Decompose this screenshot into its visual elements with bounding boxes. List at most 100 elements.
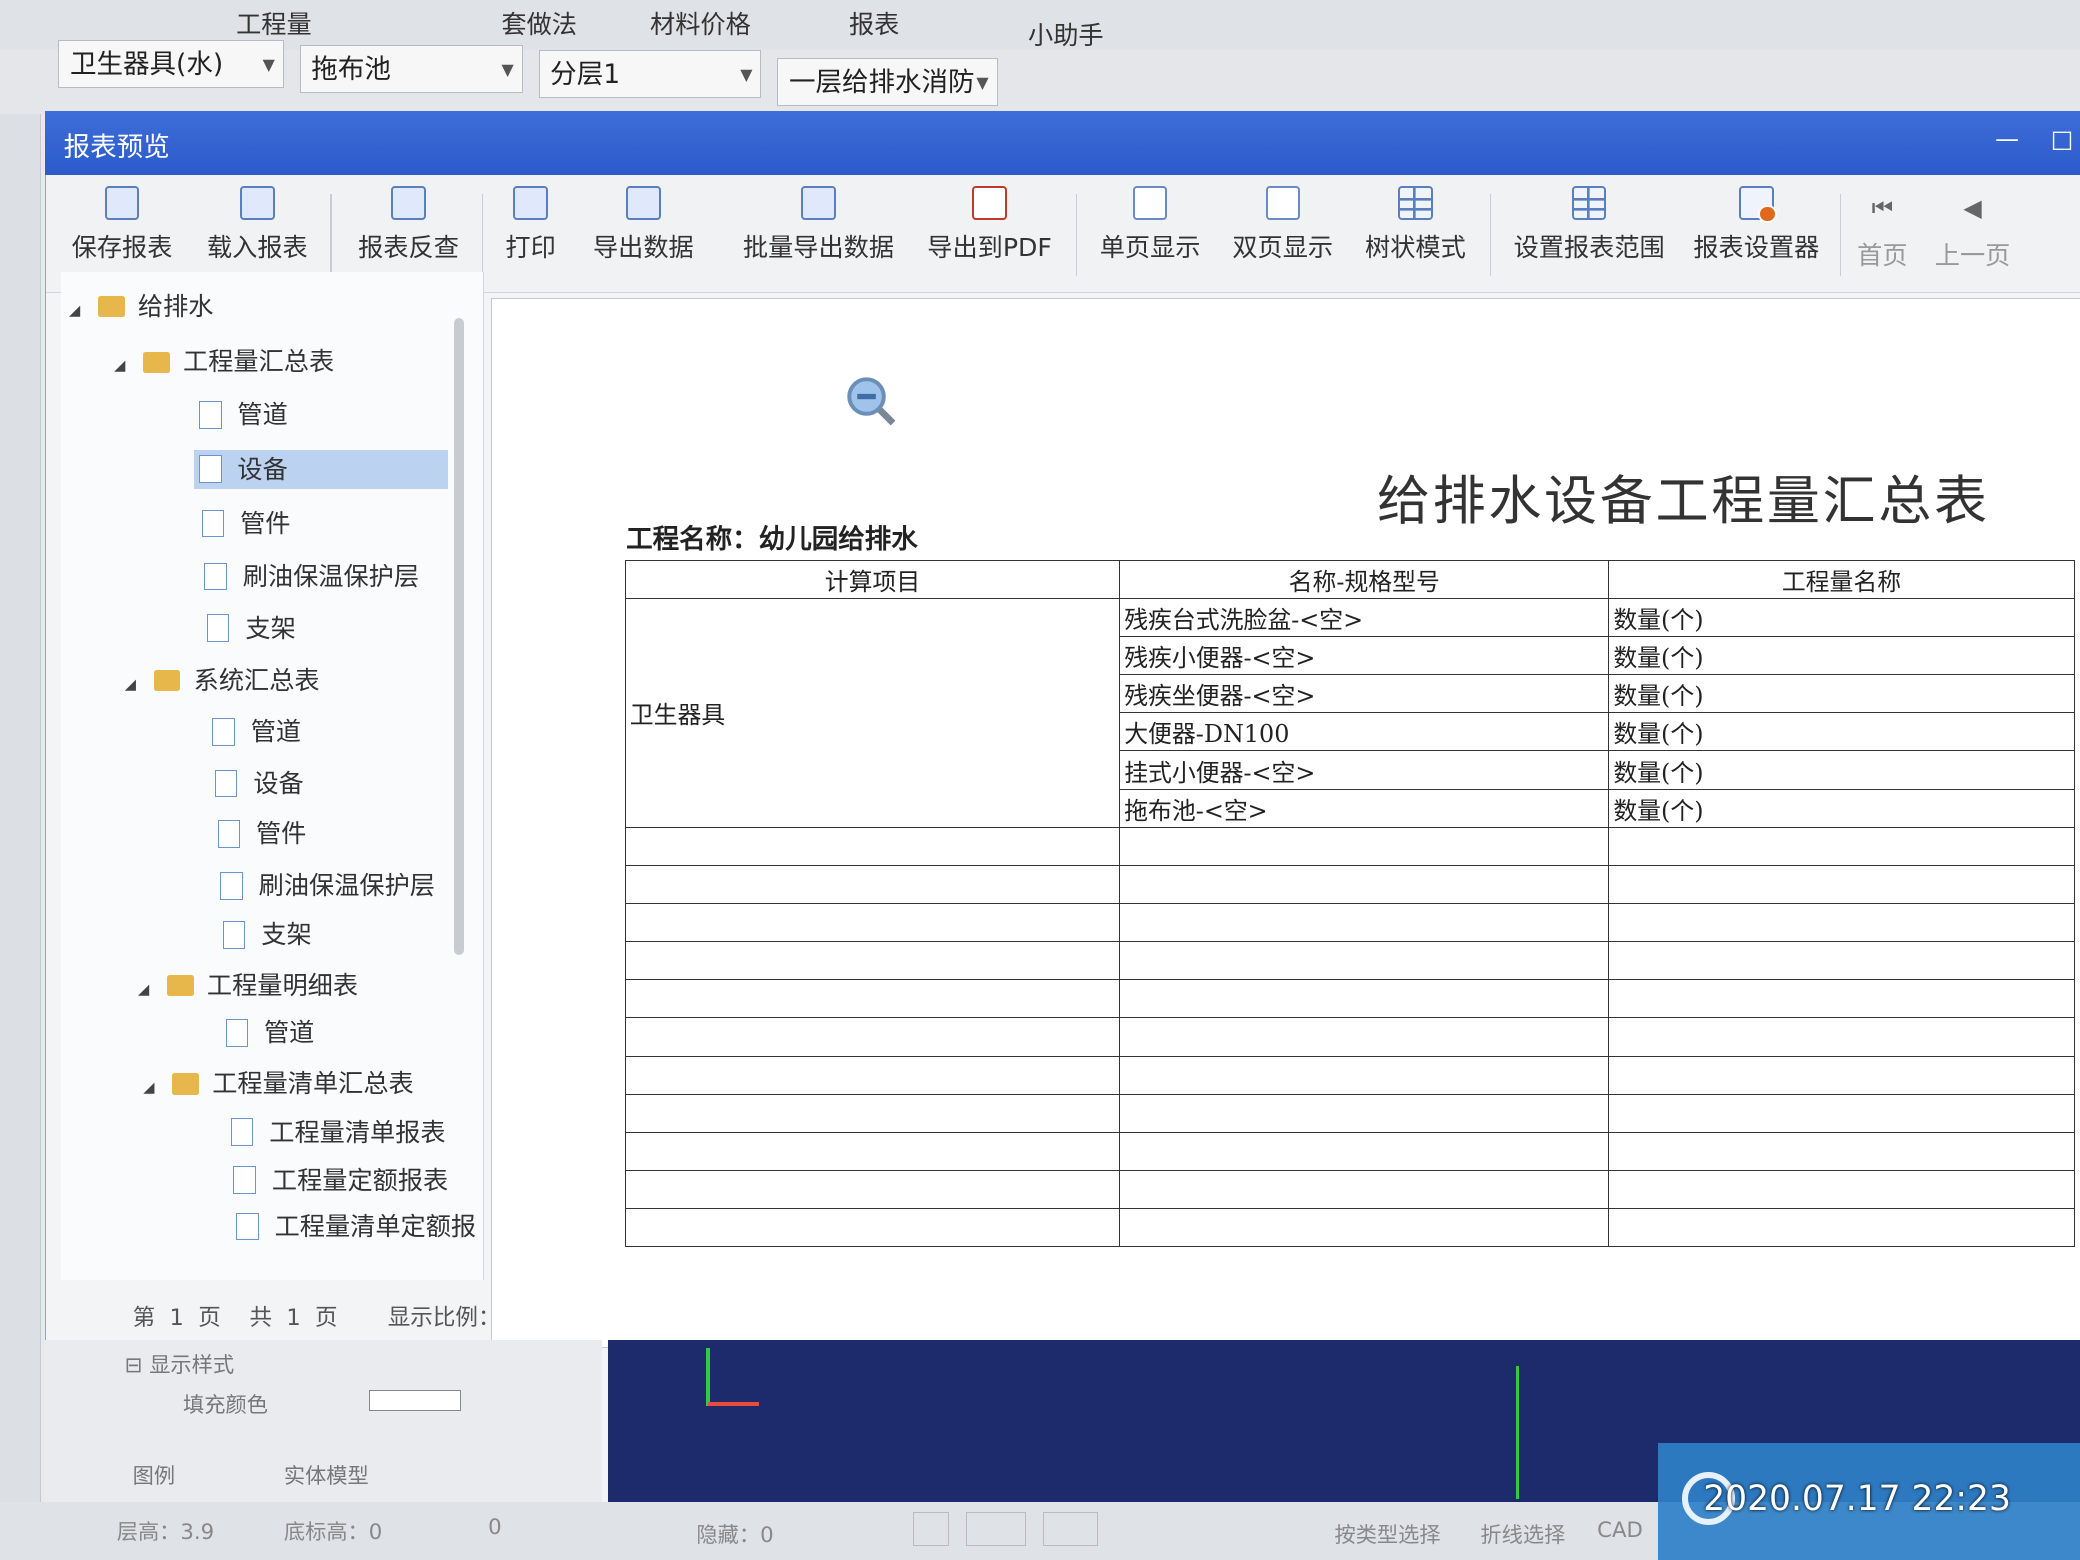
document-icon <box>201 509 225 538</box>
prev-page-button[interactable]: ◀ 上一页 <box>1930 183 2015 300</box>
first-page-button[interactable]: ⏮ 首页 <box>1853 183 1911 300</box>
folder-icon <box>98 295 125 318</box>
double-page-button[interactable]: 双页显示 <box>1227 175 1338 292</box>
tree-item-bracket[interactable]: 支架 <box>202 609 296 649</box>
load-report-label: 载入报表 <box>206 233 308 263</box>
single-page-button[interactable]: 单页显示 <box>1094 175 1205 292</box>
print-button[interactable]: 打印 <box>497 175 563 292</box>
maximize-icon[interactable]: □ <box>2051 125 2074 153</box>
export-pdf-button[interactable]: 导出到PDF <box>922 175 1057 292</box>
menu-material-price[interactable]: 材料价格 <box>650 5 751 41</box>
column-header: 名称-规格型号 <box>1119 559 1610 599</box>
display-style-label[interactable]: ⊟ 显示样式 <box>125 1348 234 1379</box>
tree-item-label: 设备 <box>237 454 288 484</box>
folder-icon <box>172 1073 199 1095</box>
tree-item-coating[interactable]: 刷油保温保护层 <box>215 866 435 906</box>
empty-row <box>624 864 2075 905</box>
tree-root-label: 给排水 <box>137 291 214 321</box>
zero-value: 0 <box>488 1514 502 1540</box>
pdf-icon <box>972 185 1007 221</box>
document-icon <box>198 455 222 483</box>
category-value: 卫生器具(水) <box>69 48 224 80</box>
tree-item-equipment-selected[interactable]: 设备 <box>193 449 449 490</box>
name-cell: 挂式小便器-<空> <box>1119 750 1610 790</box>
collapse-icon[interactable]: ◢ <box>125 665 146 705</box>
menu-quantity[interactable]: 工程量 <box>236 5 312 41</box>
tree-root[interactable]: ◢ 给排水 <box>69 287 214 327</box>
view-cube-icon[interactable] <box>1042 1512 1098 1547</box>
collapse-icon[interactable]: ⊟ <box>125 1353 143 1378</box>
entity-model-tab[interactable]: 实体模型 <box>284 1459 369 1490</box>
tree-item-label: 支架 <box>261 920 312 950</box>
tree-item-pipe[interactable]: 管道 <box>220 1013 314 1053</box>
tree-item-bracket[interactable]: 支架 <box>218 915 312 955</box>
select-by-type-button[interactable]: 按类型选择 <box>1334 1518 1440 1549</box>
tree-item-fittings[interactable]: 管件 <box>212 814 306 854</box>
system-dropdown[interactable]: 一层给排水消防 ▼ <box>777 58 998 107</box>
zoom-out-icon[interactable] <box>844 374 897 427</box>
report-settings-button[interactable]: 报表设置器 <box>1686 175 1827 292</box>
tree-item-equipment[interactable]: 设备 <box>210 764 304 804</box>
export-pdf-label: 导出到PDF <box>927 233 1052 263</box>
tree-group-label: 工程量清单汇总表 <box>212 1068 414 1098</box>
tree-scrollbar[interactable] <box>453 318 465 956</box>
collapse-icon[interactable]: ◢ <box>114 346 135 386</box>
tree-item-label: 刷油保温保护层 <box>242 562 420 592</box>
left-sidebar-strip <box>0 114 41 1560</box>
collapse-icon[interactable]: ◢ <box>143 1068 164 1108</box>
category-dropdown[interactable]: 卫生器具(水) ▼ <box>58 39 284 88</box>
chevron-down-icon: ▼ <box>501 60 514 80</box>
component-dropdown[interactable]: 拖布池 ▼ <box>299 45 523 93</box>
tree-item-pipe[interactable]: 管道 <box>194 395 288 435</box>
unit-cell: 数量(个) <box>1608 597 2075 638</box>
prev-page-label: 上一页 <box>1934 241 2011 271</box>
settings-gear-icon <box>1739 185 1777 224</box>
unit-cell: 数量(个) <box>1608 636 2075 676</box>
orthogonal-icon[interactable] <box>912 1512 950 1547</box>
fill-color-label: 填充颜色 <box>183 1392 268 1418</box>
tree-group-quantity-detail[interactable]: ◢ 工程量明细表 <box>138 966 358 1006</box>
menu-bar: 工程量 套做法 材料价格 报表 小助手 <box>0 0 2080 52</box>
legend-tab[interactable]: 图例 <box>133 1459 175 1490</box>
tree-item-coating[interactable]: 刷油保温保护层 <box>199 557 419 597</box>
polyline-select-button[interactable]: 折线选择 <box>1480 1518 1565 1549</box>
batch-export-icon <box>801 185 836 221</box>
menu-method[interactable]: 套做法 <box>501 5 577 41</box>
toolbar-divider <box>330 193 332 276</box>
export-data-icon <box>626 185 661 221</box>
select-box-icon[interactable] <box>965 1512 1027 1547</box>
tree-group-bill-summary[interactable]: ◢ 工程量清单汇总表 <box>143 1064 413 1104</box>
load-report-icon <box>240 185 275 221</box>
name-cell: 拖布池-<空> <box>1119 788 1610 828</box>
display-style-text: 显示样式 <box>149 1352 235 1378</box>
save-report-label: 保存报表 <box>71 233 173 263</box>
tree-group-system-summary[interactable]: ◢ 系统汇总表 <box>125 661 320 701</box>
report-review-label: 报表反查 <box>358 233 459 263</box>
empty-row <box>624 903 2075 943</box>
export-data-button[interactable]: 导出数据 <box>582 175 704 292</box>
tree-item-bill-report[interactable]: 工程量清单报表 <box>226 1113 446 1153</box>
empty-row <box>624 941 2075 981</box>
batch-export-button[interactable]: 批量导出数据 <box>736 175 900 292</box>
tree-item-fittings[interactable]: 管件 <box>196 504 290 544</box>
collapse-icon[interactable]: ◢ <box>69 291 90 331</box>
tree-item-bill-quota-report[interactable]: 工程量清单定额报 <box>231 1207 476 1247</box>
set-range-button[interactable]: 设置报表范围 <box>1506 175 1673 292</box>
tree-mode-button[interactable]: 树状模式 <box>1360 175 1471 292</box>
x-axis-indicator <box>708 1402 759 1407</box>
document-icon <box>230 1118 254 1147</box>
tree-item-quota-report[interactable]: 工程量定额报表 <box>228 1161 448 1201</box>
fill-color-swatch[interactable] <box>368 1390 461 1411</box>
menu-assistant[interactable]: 小助手 <box>1028 16 1104 52</box>
layer-dropdown[interactable]: 分层1 ▼ <box>538 50 762 99</box>
tree-group-quantity-summary[interactable]: ◢ 工程量汇总表 <box>114 342 334 382</box>
cad-toggle[interactable]: CAD <box>1597 1518 1643 1543</box>
prev-page-icon: ◀ <box>1963 193 1982 222</box>
total-suffix: 页 <box>315 1305 338 1331</box>
tree-group-label: 工程量明细表 <box>206 970 359 1000</box>
base-height: 底标高：0 <box>283 1519 383 1545</box>
tree-item-pipe[interactable]: 管道 <box>207 712 301 752</box>
menu-report[interactable]: 报表 <box>849 5 899 41</box>
minimize-icon[interactable]: — <box>1995 125 2019 153</box>
collapse-icon[interactable]: ◢ <box>138 970 159 1010</box>
